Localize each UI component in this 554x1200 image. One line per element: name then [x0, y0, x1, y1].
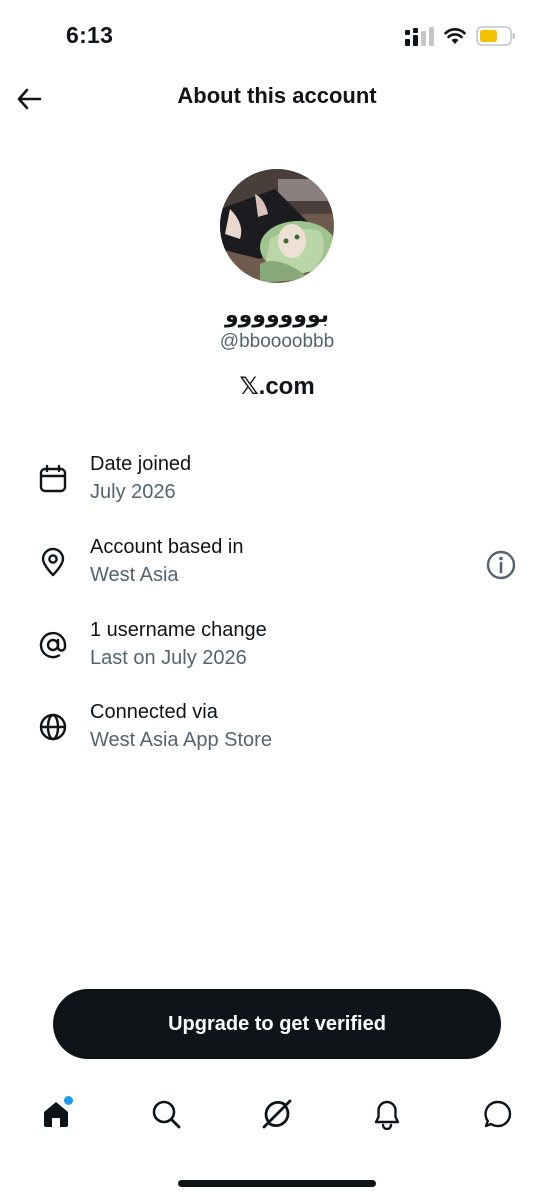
home-indicator: [178, 1180, 376, 1187]
info-row-account-based-in: Account based in West Asia: [0, 536, 554, 606]
bell-icon: [374, 1100, 400, 1130]
upgrade-to-verified-button[interactable]: Upgrade to get verified: [53, 989, 501, 1059]
status-time: 6:13: [66, 22, 114, 48]
username-handle: @bboooobbb: [219, 331, 335, 352]
info-row-date-joined: Date joined July 2026: [0, 453, 554, 523]
nav-notifications[interactable]: [367, 1094, 407, 1134]
nav-search[interactable]: [146, 1094, 186, 1134]
info-label: Account based in: [90, 536, 244, 558]
account-location-info-button[interactable]: [484, 548, 518, 582]
messages-icon: [484, 1100, 512, 1128]
wifi-icon: [444, 28, 466, 44]
page-title: About this account: [177, 83, 377, 108]
cellular-signal-icon: [405, 27, 434, 46]
info-value: July 2026: [90, 481, 176, 503]
battery-icon: [476, 26, 515, 46]
bottom-navigation: [0, 1080, 554, 1150]
info-value: West Asia App Store: [90, 729, 272, 751]
info-value: West Asia: [90, 564, 179, 586]
location-pin-icon: [37, 546, 69, 578]
info-row-username-change: 1 username change Last on July 2026: [0, 619, 554, 689]
info-value: Last on July 2026: [90, 647, 247, 669]
display-name: بووووووو: [224, 302, 330, 327]
at-sign-icon: [37, 629, 69, 661]
notification-dot: [64, 1096, 73, 1105]
info-icon: [486, 550, 516, 580]
nav-messages[interactable]: [478, 1094, 518, 1134]
info-label: Connected via: [90, 701, 218, 723]
info-row-connected-via: Connected via West Asia App Store: [0, 701, 554, 771]
info-label: Date joined: [90, 453, 192, 475]
search-icon: [152, 1100, 181, 1129]
grok-icon: [262, 1099, 292, 1129]
status-bar: 6:13: [0, 0, 554, 70]
nav-grok[interactable]: [257, 1094, 297, 1134]
info-label: 1 username change: [90, 619, 267, 641]
globe-icon: [37, 711, 69, 743]
avatar[interactable]: [220, 169, 334, 283]
platform-label: 𝕏.com: [239, 373, 315, 400]
avatar-image: [220, 169, 334, 283]
nav-home[interactable]: [36, 1094, 76, 1134]
calendar-icon: [37, 463, 69, 495]
